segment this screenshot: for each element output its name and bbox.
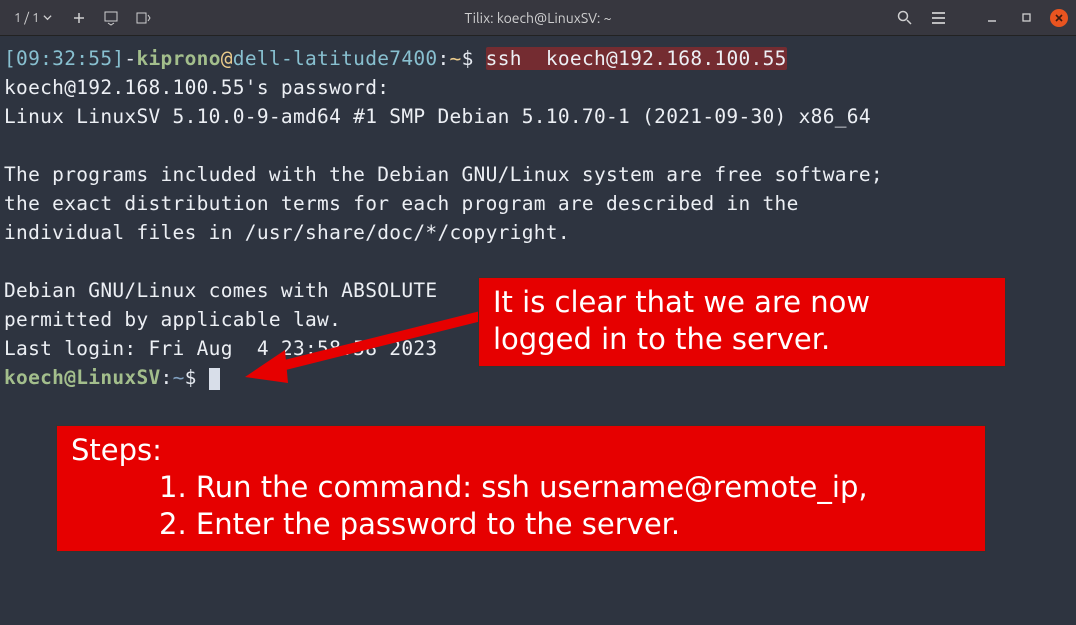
prompt-time: [09:32:55] [4,47,124,70]
split-right-icon [135,10,151,26]
minimize-icon [986,12,998,24]
split-right-button[interactable] [132,7,154,29]
out-line: individual files in /usr/share/doc/*/cop… [4,221,570,244]
prompt2-user: koech [4,366,64,389]
prompt-at: @ [221,47,233,70]
annotation-step: 1. Run the command: ssh username@remote_… [71,469,971,506]
prompt2-host: LinuxSV [76,366,160,389]
annotation-heading: Steps: [71,432,971,469]
titlebar: 1 / 1 Tilix: koech@LinuxSV: ~ [0,0,1076,36]
typed-command: ssh koech@192.168.100.55 [486,47,787,70]
search-icon [897,10,912,25]
chevron-down-icon [43,13,52,22]
prompt-host: dell-latitude7400 [233,47,438,70]
prompt2-at: @ [64,366,76,389]
menu-button[interactable] [928,8,948,28]
maximize-icon [1021,12,1032,23]
close-button[interactable] [1050,9,1068,27]
out-line: Last login: Fri Aug 4 23:58:58 2023 [4,337,437,360]
close-icon [1054,13,1064,23]
annotation-text: It is clear that we are now [493,284,991,321]
plus-icon [72,11,86,25]
split-down-button[interactable] [100,7,122,29]
out-line: koech@192.168.100.55's password: [4,76,389,99]
prompt-user: kiprono [136,47,220,70]
minimize-button[interactable] [982,8,1002,28]
titlebar-left: 1 / 1 [8,7,154,29]
split-down-icon [103,10,119,26]
cursor [209,368,220,390]
prompt-dollar: $ [462,47,474,70]
count-label: 1 / 1 [14,11,39,25]
add-terminal-button[interactable] [68,7,90,29]
prompt2-dollar: $ [185,366,197,389]
out-line: the exact distribution terms for each pr… [4,192,799,215]
out-line: Linux LinuxSV 5.10.0-9-amd64 #1 SMP Debi… [4,105,871,128]
annotation-step: 2. Enter the password to the server. [71,506,971,543]
prompt2-path: ~ [173,366,185,389]
prompt2-colon: : [161,366,173,389]
prompt-sep: - [124,47,136,70]
out-line: The programs included with the Debian GN… [4,163,883,186]
maximize-button[interactable] [1016,8,1036,28]
annotation-callout-2: Steps: 1. Run the command: ssh username@… [56,425,986,552]
annotation-text: logged in to the server. [493,321,991,358]
annotation-callout-1: It is clear that we are now logged in to… [478,277,1006,367]
prompt-colon: : [437,47,449,70]
hamburger-icon [931,11,946,25]
titlebar-right [894,8,1068,28]
out-line: permitted by applicable law. [4,308,341,331]
out-line: Debian GNU/Linux comes with ABSOLUTE [4,279,437,302]
prompt-path: ~ [450,47,462,70]
terminal-count[interactable]: 1 / 1 [8,9,58,27]
search-button[interactable] [894,8,914,28]
